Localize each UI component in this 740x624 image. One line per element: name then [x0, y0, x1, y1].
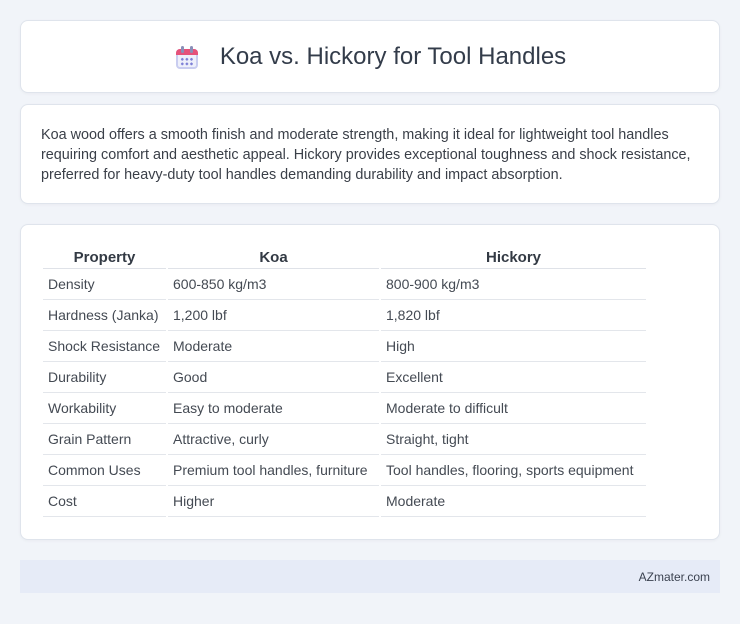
- cell-koa: Premium tool handles, furniture: [168, 455, 379, 486]
- cell-property: Common Uses: [43, 455, 166, 486]
- cell-property: Density: [43, 269, 166, 300]
- cell-property: Grain Pattern: [43, 424, 166, 455]
- cell-hickory: Moderate: [381, 486, 646, 517]
- table-row: Durability Good Excellent: [43, 362, 646, 393]
- table-row: Shock Resistance Moderate High: [43, 331, 646, 362]
- cell-koa: Good: [168, 362, 379, 393]
- cell-property: Workability: [43, 393, 166, 424]
- title-wrap: Koa vs. Hickory for Tool Handles: [174, 43, 566, 71]
- cell-hickory: Straight, tight: [381, 424, 646, 455]
- table-row: Common Uses Premium tool handles, furnit…: [43, 455, 646, 486]
- page-title: Koa vs. Hickory for Tool Handles: [219, 42, 567, 70]
- cell-koa: Easy to moderate: [168, 393, 379, 424]
- cell-property: Cost: [43, 486, 166, 517]
- cell-koa: Attractive, curly: [168, 424, 379, 455]
- cell-koa: Moderate: [168, 331, 379, 362]
- cell-hickory: Moderate to difficult: [381, 393, 646, 424]
- cell-hickory: Excellent: [381, 362, 646, 393]
- table-row: Grain Pattern Attractive, curly Straight…: [43, 424, 646, 455]
- table-row: Density 600-850 kg/m3 800-900 kg/m3: [43, 269, 646, 300]
- table-row: Workability Easy to moderate Moderate to…: [43, 393, 646, 424]
- cell-property: Durability: [43, 362, 166, 393]
- calendar-icon: [174, 44, 200, 70]
- header-property: Property: [43, 245, 166, 269]
- cell-hickory: 1,820 lbf: [381, 300, 646, 331]
- cell-hickory: 800-900 kg/m3: [381, 269, 646, 300]
- title-card: Koa vs. Hickory for Tool Handles: [20, 20, 720, 93]
- table-card: Property Koa Hickory Density 600-850 kg/…: [20, 224, 720, 540]
- cell-hickory: Tool handles, flooring, sports equipment: [381, 455, 646, 486]
- footer-brand[interactable]: AZmater.com: [639, 570, 710, 584]
- intro-text: Koa wood offers a smooth finish and mode…: [41, 127, 691, 183]
- table-row: Hardness (Janka) 1,200 lbf 1,820 lbf: [43, 300, 646, 331]
- table-header-row: Property Koa Hickory: [43, 245, 646, 269]
- cell-koa: 600-850 kg/m3: [168, 269, 379, 300]
- cell-property: Shock Resistance: [43, 331, 166, 362]
- cell-koa: 1,200 lbf: [168, 300, 379, 331]
- comparison-table: Property Koa Hickory Density 600-850 kg/…: [41, 245, 648, 517]
- table-row: Cost Higher Moderate: [43, 486, 646, 517]
- header-hickory: Hickory: [381, 245, 646, 269]
- header-koa: Koa: [168, 245, 379, 269]
- cell-hickory: High: [381, 331, 646, 362]
- cell-koa: Higher: [168, 486, 379, 517]
- cell-property: Hardness (Janka): [43, 300, 166, 331]
- intro-card: Koa wood offers a smooth finish and mode…: [20, 104, 720, 204]
- footer: AZmater.com: [20, 560, 720, 593]
